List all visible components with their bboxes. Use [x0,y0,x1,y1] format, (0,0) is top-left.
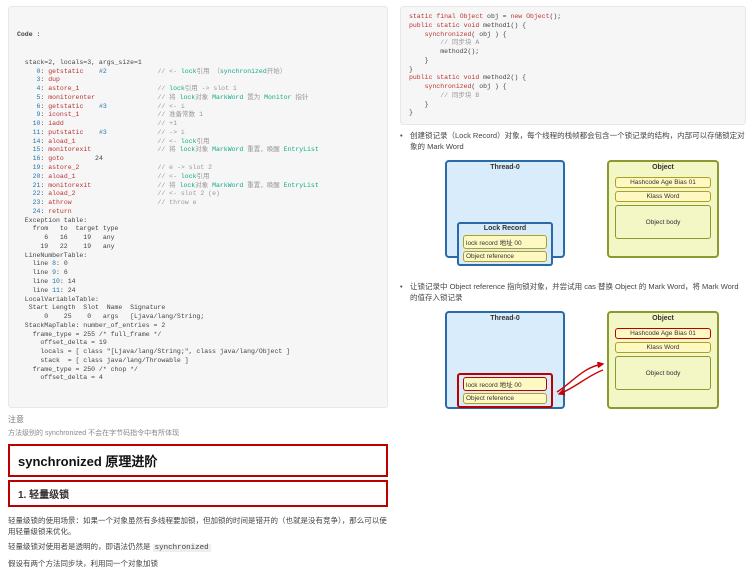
paragraph-2: 轻量级锁对使用者是透明的，即语法仍然是 synchronized [8,541,388,554]
object-card: Object Hashcode Age Bias 01 Klass Word O… [607,311,719,409]
left-column: Code : stack=2, locals=3, args_size=1 0:… [8,6,388,574]
lock-record-card: Lock Record lock record 地址 00 Object ref… [457,373,553,408]
diagram-lock-record-2: Thread-0 Lock Record lock record 地址 00 O… [415,307,731,425]
code-header: Code : [17,31,379,40]
bullet-1: 创建锁记录（Lock Record）对象，每个线程的栈帧都会包含一个锁记录的结构… [400,131,746,152]
paragraph-3: 假设有两个方法同步块，利用同一个对象加锁 [8,558,388,569]
paragraph-1: 轻量级锁的使用场景：如果一个对象虽然有多线程要加锁，但加锁的时间是错开的（也就是… [8,515,388,538]
diagram-lock-record-1: Thread-0 Lock Record lock record 地址 00 O… [415,156,731,274]
note-text: 方法级别的 synchronized 不会在字节码指令中有所体现 [8,428,388,438]
object-card: Object Hashcode Age Bias 01 Klass Word O… [607,160,719,258]
note-label: 注意 [8,414,388,425]
right-column: static final Object obj = new Object(); … [400,6,746,574]
inline-code: synchronized [153,544,211,552]
highlighted-section: synchronized 原理进阶 1. 轻量级锁 [8,444,388,507]
java-source-block: static final Object obj = new Object(); … [400,6,746,125]
section-heading-synchronized: synchronized 原理进阶 [8,444,388,477]
subheading-lightweight-lock: 1. 轻量级锁 [8,480,388,507]
bullet-2: 让锁记录中 Object reference 指向锁对象，并尝试用 cas 替换… [400,282,746,303]
cas-swap-arrows-icon [553,362,607,396]
lock-record-card: Lock Record lock record 地址 00 Object ref… [457,222,553,266]
bytecode-listing: Code : stack=2, locals=3, args_size=1 0:… [8,6,388,408]
